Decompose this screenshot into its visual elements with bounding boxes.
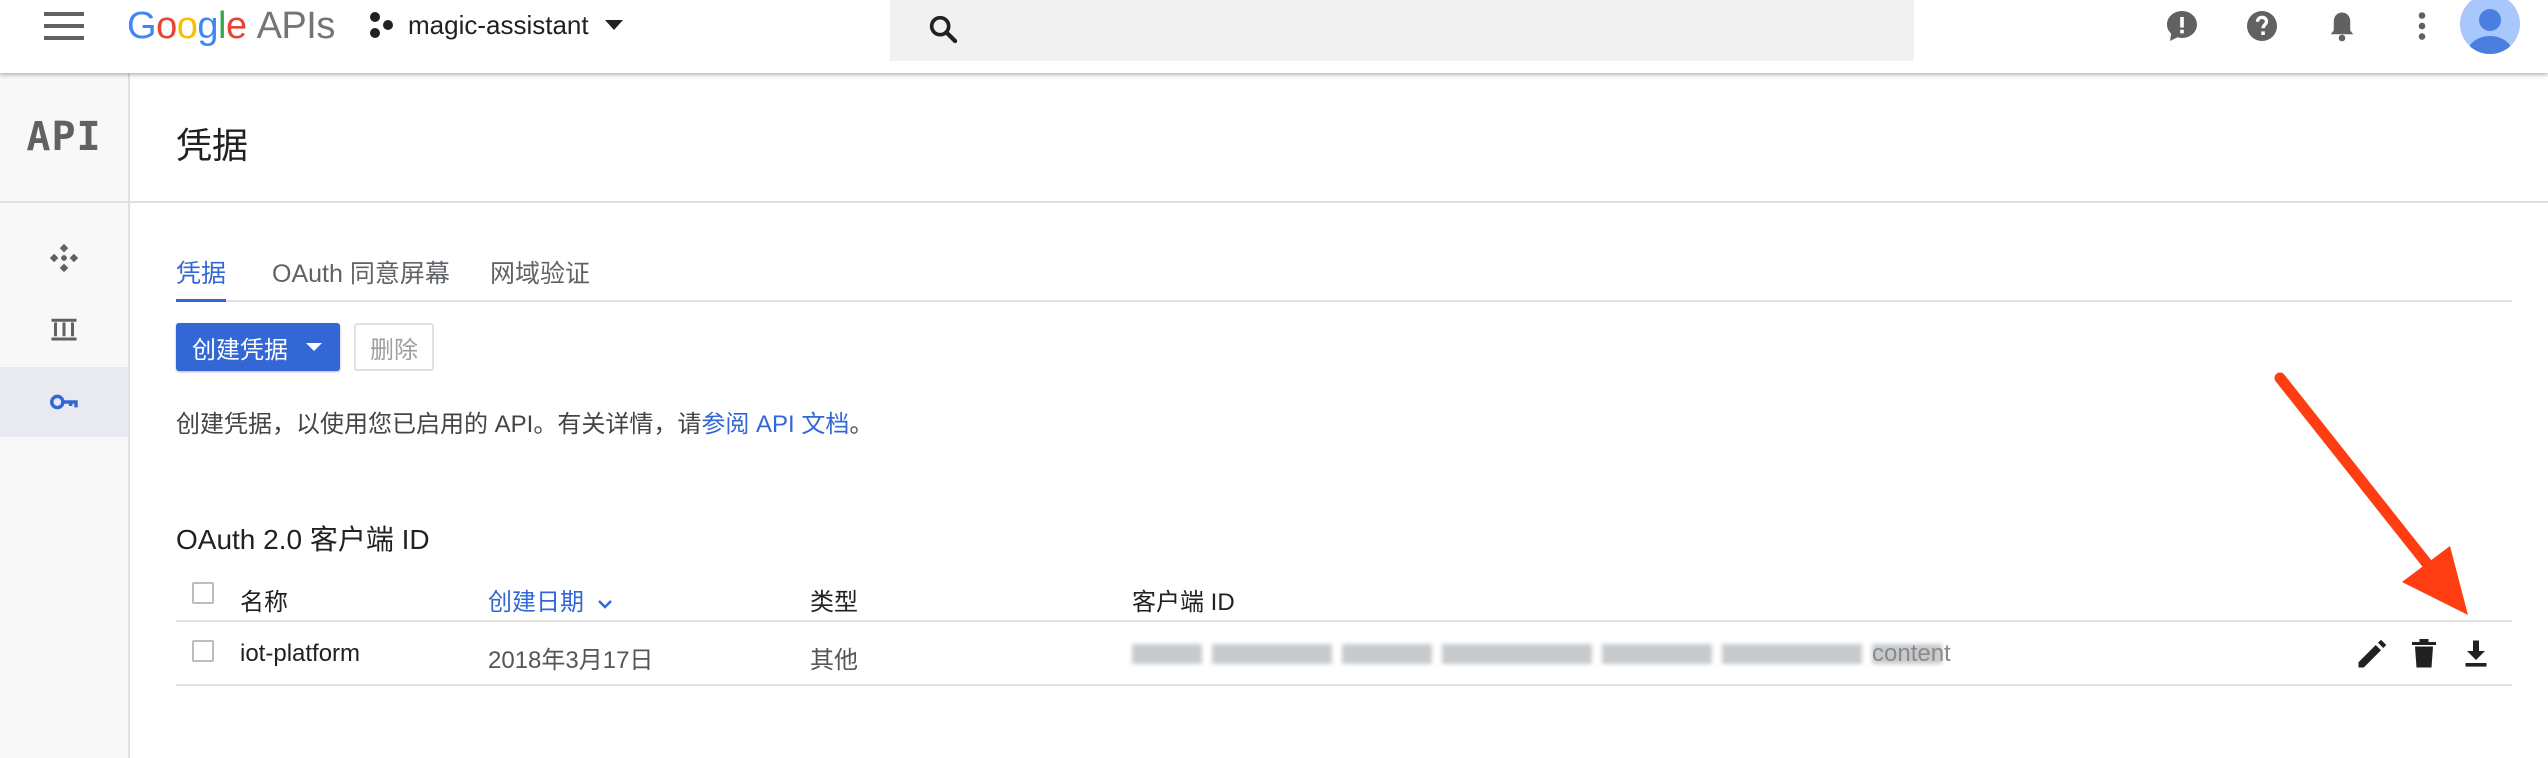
page-title: 凭据	[176, 125, 249, 166]
table-row[interactable]: iot-platform 2018年3月17日 其他 content	[176, 622, 2512, 686]
sidebar-item-dashboard[interactable]	[0, 223, 128, 293]
delete-icon[interactable]	[2406, 636, 2442, 672]
sort-down-icon	[597, 600, 612, 609]
account-avatar[interactable]	[2460, 0, 2520, 54]
row-checkbox[interactable]	[192, 640, 214, 662]
tab-domain-verification[interactable]: 网域验证	[490, 254, 590, 302]
sidebar-item-library[interactable]	[0, 295, 128, 365]
page-header: 凭据	[130, 73, 2548, 203]
feedback-icon[interactable]	[2164, 8, 2200, 44]
more-vert-icon[interactable]	[2404, 8, 2440, 44]
create-credentials-button[interactable]: 创建凭据	[176, 323, 340, 371]
person-icon	[2468, 9, 2512, 54]
client-created-date: 2018年3月17日	[488, 647, 654, 674]
project-selector[interactable]: magic-assistant	[366, 5, 623, 45]
column-name[interactable]: 名称	[240, 582, 288, 617]
project-hierarchy-icon	[370, 12, 393, 38]
client-id-tail: content	[1872, 640, 1951, 667]
library-icon	[51, 318, 77, 341]
select-all-checkbox[interactable]	[192, 582, 214, 604]
left-nav: API	[0, 73, 130, 758]
tab-oauth-consent[interactable]: OAuth 同意屏幕	[272, 254, 450, 302]
search-bar	[890, 0, 1914, 61]
sidebar-item-credentials[interactable]	[0, 367, 128, 437]
dropdown-arrow-icon	[306, 343, 322, 351]
column-type[interactable]: 类型	[810, 582, 858, 617]
menu-icon[interactable]	[44, 10, 84, 42]
column-created-date[interactable]: 创建日期	[488, 582, 613, 617]
top-app-bar: Google APIs magic-assistant	[0, 0, 2548, 73]
credentials-description: 创建凭据，以使用您已启用的 API。有关详情，请参阅 API 文档。	[176, 411, 874, 438]
client-type: 其他	[810, 647, 858, 674]
notifications-icon[interactable]	[2324, 8, 2360, 44]
help-icon[interactable]	[2244, 8, 2280, 44]
chevron-down-icon	[604, 20, 623, 30]
api-docs-link[interactable]: 参阅 API 文档	[701, 411, 849, 438]
delete-button[interactable]: 删除	[354, 323, 434, 371]
download-icon[interactable]	[2458, 636, 2494, 672]
dashboard-icon	[49, 243, 79, 273]
edit-icon[interactable]	[2354, 636, 2390, 672]
client-name[interactable]: iot-platform	[240, 640, 360, 668]
table-header: 名称 创建日期 类型 客户端 ID	[176, 568, 2512, 622]
column-client-id[interactable]: 客户端 ID	[1132, 582, 1235, 617]
project-name: magic-assistant	[408, 9, 589, 40]
key-icon	[50, 394, 78, 410]
credential-tabs: 凭据 OAuth 同意屏幕 网域验证	[176, 246, 2512, 302]
search-input[interactable]	[970, 0, 1890, 61]
api-logo[interactable]: API	[0, 73, 128, 203]
tab-credentials[interactable]: 凭据	[176, 254, 227, 302]
search-icon[interactable]	[926, 12, 960, 46]
google-apis-logo[interactable]: Google APIs	[127, 2, 335, 50]
oauth-section-title: OAuth 2.0 客户端 ID	[176, 524, 430, 555]
